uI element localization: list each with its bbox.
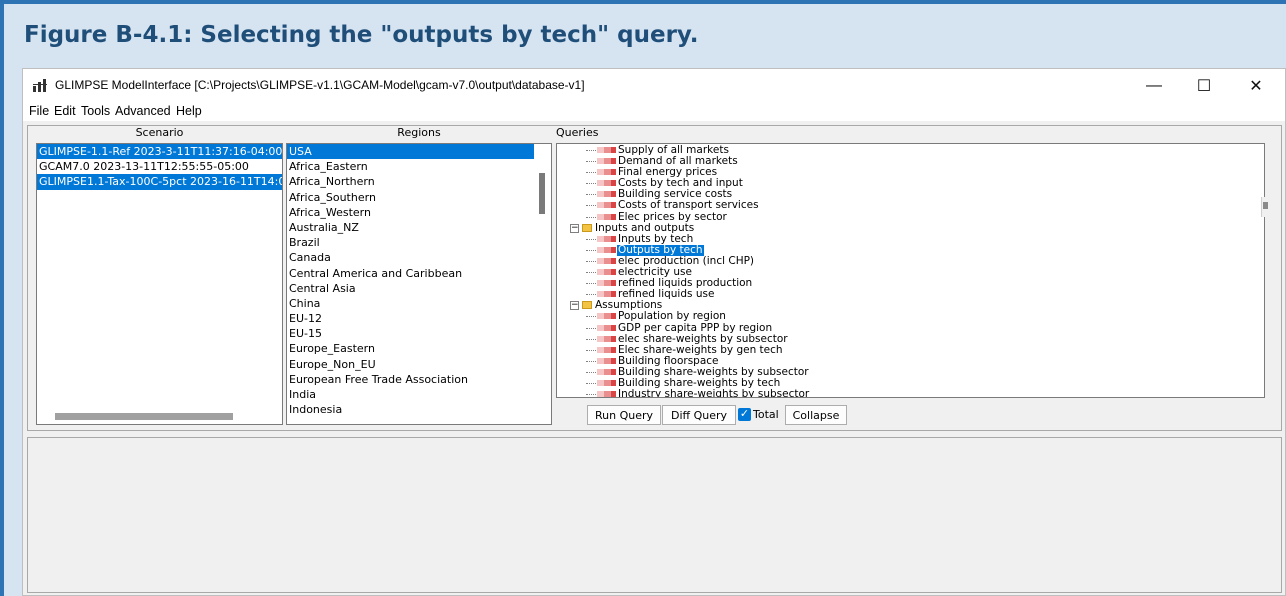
query-icon [597,257,616,264]
queries-header: Queries [556,126,599,139]
menu-edit[interactable]: Edit [54,104,76,118]
query-icon [597,357,616,364]
query-icon [597,313,616,320]
query-icon [597,379,616,386]
query-label: Elec prices by sector [618,210,727,223]
query-icon [597,335,616,342]
regions-scrollbar-thumb[interactable] [539,173,545,214]
query-icon [597,391,616,397]
query-label: elec share-weights by subsector [618,332,788,345]
query-icon [597,202,616,209]
query-icon [597,368,616,375]
query-label: Costs of transport services [618,199,759,212]
query-row[interactable]: Population by region [557,311,1264,322]
scenario-item[interactable]: GLIMPSE1.1-Tax-100C-5pct 2023-16-11T14:0… [37,174,282,190]
query-row[interactable]: Industry share-weights by subsector [557,388,1264,398]
region-item[interactable]: Africa_Southern [287,190,534,205]
queries-scrollbar-thumb[interactable] [1261,197,1269,217]
query-icon [597,169,616,176]
query-label: Population by region [618,310,726,323]
query-icon [597,269,616,276]
query-icon [597,213,616,220]
region-item[interactable]: Brazil [287,235,534,250]
query-row[interactable]: Elec prices by sector [557,210,1264,223]
region-item[interactable]: Europe_Non_EU [287,357,534,372]
title-bar: GLIMPSE ModelInterface [C:\Projects\GLIM… [23,69,1285,103]
queries-tree[interactable]: Supply of all markets Demand of all marke… [556,143,1265,398]
region-item[interactable]: Canada [287,250,534,265]
collapse-button[interactable]: Collapse [785,405,847,425]
region-item[interactable]: India [287,387,534,402]
region-item[interactable]: European Free Trade Association [287,372,534,387]
selection-panel: Scenario Regions Queries GLIMPSE-1.1-Ref… [27,125,1282,431]
query-icon [597,246,616,253]
app-window: GLIMPSE ModelInterface [C:\Projects\GLIM… [22,68,1286,596]
scenario-header: Scenario [135,126,184,139]
query-icon [597,346,616,353]
scenario-item[interactable]: GLIMPSE-1.1-Ref 2023-3-11T11:37:16-04:00 [37,144,282,160]
minimize-button[interactable]: — [1131,71,1177,101]
query-icon [597,291,616,298]
menu-bar: File Edit Tools Advanced Help [23,103,1285,121]
menu-advanced[interactable]: Advanced [115,104,171,118]
query-icon [597,147,616,153]
results-panel [27,437,1282,593]
scenario-list[interactable]: GLIMPSE-1.1-Ref 2023-3-11T11:37:16-04:00… [36,143,283,425]
figure-caption: Figure B-4.1: Selecting the "outputs by … [24,22,699,48]
query-row[interactable]: refined liquids use [557,289,1264,300]
query-icon [597,180,616,187]
run-query-button[interactable]: Run Query [587,405,661,425]
folder-icon [582,223,592,232]
query-icon [597,235,616,242]
query-label: GDP per capita PPP by region [618,321,773,334]
query-label: Industry share-weights by subsector [618,388,810,398]
region-item[interactable]: EU-12 [287,311,534,326]
region-item[interactable]: Central Asia [287,281,534,296]
query-icon [597,191,616,198]
folder-icon [582,301,592,310]
diff-query-button[interactable]: Diff Query [662,405,736,425]
region-item[interactable]: Africa_Eastern [287,159,534,174]
total-label: Total [753,408,779,421]
collapse-toggle-icon[interactable]: − [570,223,579,233]
region-item[interactable]: Africa_Northern [287,174,534,189]
query-folder-label: Inputs and outputs [595,221,695,234]
menu-file[interactable]: File [29,104,49,118]
region-item[interactable]: China [287,296,534,311]
total-checkbox[interactable]: ✓ [738,408,751,421]
region-item[interactable]: Indonesia [287,402,534,417]
close-button[interactable]: ✕ [1233,71,1279,101]
region-item[interactable]: Europe_Eastern [287,341,534,356]
query-row[interactable]: Costs of transport services [557,200,1264,211]
region-item[interactable]: Central America and Caribbean [287,266,534,281]
query-icon [597,280,616,287]
region-item[interactable]: USA [287,144,534,160]
menu-tools[interactable]: Tools [81,104,110,118]
window-title: GLIMPSE ModelInterface [C:\Projects\GLIM… [55,78,585,92]
grid-app-icon [33,79,47,92]
region-item[interactable]: EU-15 [287,326,534,341]
scenario-item[interactable]: GCAM7.0 2023-13-11T12:55:55-05:00 [37,159,282,174]
query-icon [597,324,616,331]
regions-header: Regions [397,126,441,139]
region-item[interactable]: Africa_Western [287,205,534,220]
query-row[interactable]: GDP per capita PPP by region [557,321,1264,334]
region-item[interactable]: Australia_NZ [287,220,534,235]
menu-help[interactable]: Help [176,104,202,118]
maximize-button[interactable]: ☐ [1181,71,1227,101]
regions-list[interactable]: USA Africa_Eastern Africa_Northern Africa_S… [286,143,552,425]
collapse-toggle-icon[interactable]: − [570,301,579,311]
scenario-horizontal-scrollbar[interactable] [55,413,233,420]
query-icon [597,158,616,165]
